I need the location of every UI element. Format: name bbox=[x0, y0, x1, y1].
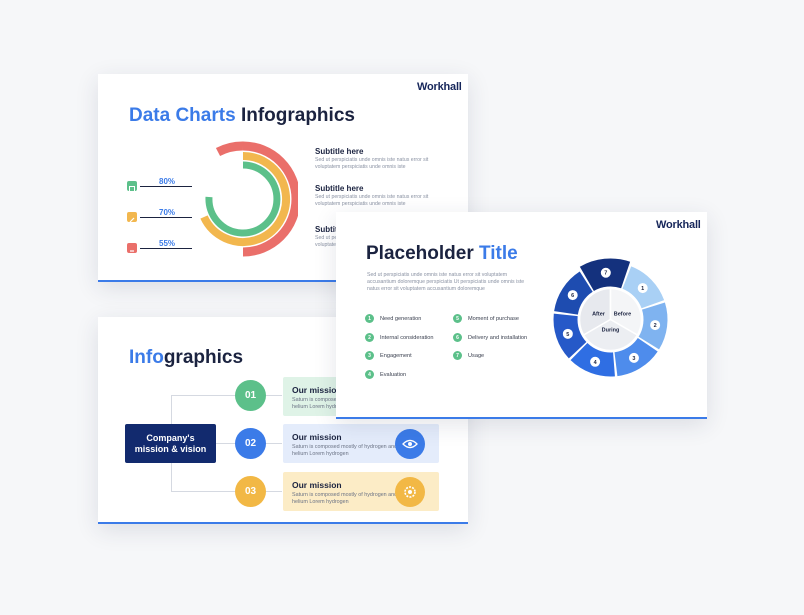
mission-desc: Saturn is composed mostly of hydrogen an… bbox=[292, 444, 398, 457]
subtitle-1-desc: Sed ut perspiciatis unde omnis iste natu… bbox=[315, 157, 429, 170]
slide-accent-bar bbox=[336, 417, 707, 419]
mission-title: Our mission bbox=[292, 480, 342, 490]
dumbbell-icon bbox=[127, 243, 137, 253]
list-item: 7 Usage bbox=[453, 351, 484, 360]
donut-chart bbox=[200, 141, 298, 257]
mission-desc: Saturn is composed mostly of hydrogen an… bbox=[292, 492, 398, 505]
percent-80: 80% bbox=[159, 177, 176, 186]
brand-logo: Workhall bbox=[656, 219, 701, 231]
wheel-label-7: 7 bbox=[604, 271, 607, 277]
mission-title: Our mission bbox=[292, 432, 342, 442]
title-accent: Data Charts bbox=[129, 105, 236, 126]
gear-icon bbox=[395, 477, 425, 507]
mission-card-2[interactable]: Our mission Saturn is composed mostly of… bbox=[283, 424, 439, 463]
wheel-inner-label: Before bbox=[614, 312, 631, 318]
tree-line bbox=[216, 443, 235, 444]
mission-card-3[interactable]: Our mission Saturn is composed mostly of… bbox=[283, 472, 439, 511]
wheel-label-5: 5 bbox=[566, 332, 569, 338]
tree-line bbox=[171, 491, 235, 492]
wheel-inner-label: After bbox=[592, 312, 606, 318]
list-item: 5 Moment of purchase bbox=[453, 314, 519, 323]
list-item: 6 Delivery and installation bbox=[453, 333, 527, 342]
wheel-label-2: 2 bbox=[654, 323, 657, 329]
list-item: 4 Evaluation bbox=[365, 370, 406, 379]
brand-logo: Workhall bbox=[417, 81, 462, 93]
wheel-label-3: 3 bbox=[632, 356, 635, 362]
subtitle-2-desc: Sed ut perspiciatis unde omnis iste natu… bbox=[315, 194, 429, 207]
percent-70: 70% bbox=[159, 208, 176, 217]
eye-icon bbox=[395, 429, 425, 459]
step-03-circle: 03 bbox=[235, 476, 266, 507]
mission-title: Our mission bbox=[292, 385, 342, 395]
target-icon bbox=[127, 181, 137, 192]
tree-line bbox=[171, 395, 235, 396]
connector-line bbox=[140, 217, 192, 218]
title-accent: Info bbox=[129, 347, 164, 368]
list-item: 1 Need generation bbox=[365, 314, 421, 323]
title-rest: Placeholder bbox=[366, 243, 474, 264]
subtitle-1: Subtitle here bbox=[315, 147, 364, 156]
list-item: 2 Internal consideration bbox=[365, 333, 434, 342]
company-box: Company's mission & vision bbox=[125, 424, 216, 463]
wheel-label-1: 1 bbox=[641, 286, 644, 292]
wheel-inner-label: During bbox=[602, 328, 620, 334]
cycle-wheel: 1234567After BeforeDuring bbox=[553, 258, 668, 377]
slide-title: Data Charts Infographics bbox=[129, 105, 355, 127]
tree-line bbox=[266, 443, 282, 444]
tree-line bbox=[266, 491, 282, 492]
slide-title: Placeholder Title bbox=[366, 243, 518, 265]
slide2-accent-bar bbox=[98, 522, 468, 524]
connector-line bbox=[140, 248, 192, 249]
percent-55: 55% bbox=[159, 239, 176, 248]
step-02-circle: 02 bbox=[235, 428, 266, 459]
company-label: Company's mission & vision bbox=[134, 432, 207, 454]
subtitle-3: Subtit bbox=[315, 225, 338, 234]
step-01-circle: 01 bbox=[235, 380, 266, 411]
title-accent: Title bbox=[479, 243, 518, 264]
title-rest: graphics bbox=[163, 347, 244, 368]
tree-line bbox=[266, 395, 282, 396]
title-rest: Infographics bbox=[240, 105, 355, 126]
subtitle-2: Subtitle here bbox=[315, 184, 364, 193]
connector-line bbox=[140, 186, 192, 187]
pencil-icon bbox=[127, 212, 137, 223]
ring-55 bbox=[205, 161, 281, 237]
slide-title: Infographics bbox=[129, 347, 243, 369]
slide-description: Sed ut perspiciatis unde omnis iste natu… bbox=[367, 272, 525, 292]
slide-placeholder-title[interactable]: Workhall Placeholder Title Sed ut perspi… bbox=[336, 212, 707, 419]
list-item: 3 Engagement bbox=[365, 351, 412, 360]
wheel-label-6: 6 bbox=[571, 293, 574, 299]
